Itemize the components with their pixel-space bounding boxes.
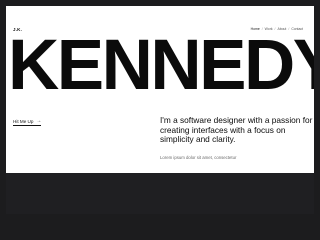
arrow-right-icon: → (36, 118, 42, 124)
portfolio-page: J.K. Home / Work / About / Contact KENNE… (6, 6, 314, 214)
intro-subtext: Lorem ipsum dolor sit amet, consectetur (160, 155, 237, 160)
cta-label: Hit Me Up (13, 119, 34, 124)
intro-text: I'm a software designer with a passion f… (160, 115, 313, 144)
hero-title: KENNEDY (8, 26, 314, 105)
project-showcase (6, 173, 314, 214)
hit-me-up-link[interactable]: Hit Me Up → (13, 118, 42, 126)
